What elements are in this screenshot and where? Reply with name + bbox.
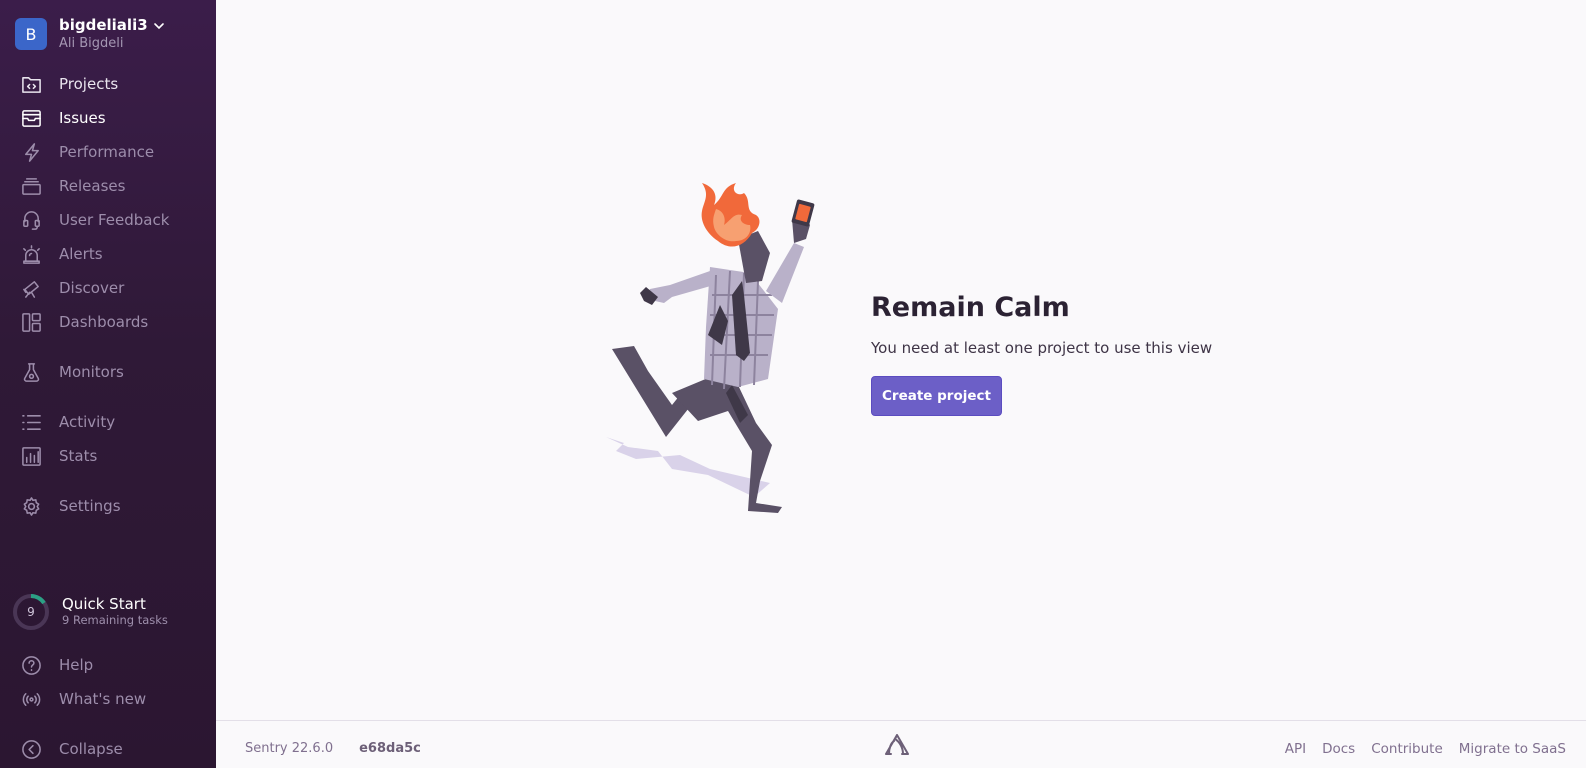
projects-icon xyxy=(20,73,42,95)
sidebar-item-label: User Feedback xyxy=(59,211,170,229)
sidebar-item-performance[interactable]: Performance xyxy=(0,135,216,169)
footer-commit[interactable]: e68da5c xyxy=(359,741,421,756)
footer-link-api[interactable]: API xyxy=(1285,741,1306,757)
footer: Sentry 22.6.0 e68da5c API Docs Contribut… xyxy=(216,720,1586,768)
org-avatar: B xyxy=(15,18,47,50)
sidebar-item-activity[interactable]: Activity xyxy=(0,405,216,439)
sidebar-item-label: Settings xyxy=(59,497,121,515)
sidebar-item-label: Monitors xyxy=(59,363,124,381)
sidebar-item-projects[interactable]: Projects xyxy=(0,67,216,101)
org-switcher[interactable]: B bigdeliali3 Ali Bigdeli xyxy=(15,18,165,50)
chevron-left-circle-icon xyxy=(20,738,42,760)
flask-icon xyxy=(20,361,42,383)
sidebar-item-label: Performance xyxy=(59,143,155,161)
siren-icon xyxy=(20,243,42,265)
sidebar-collapse-button[interactable]: Collapse xyxy=(0,732,216,766)
empty-state-description: You need at least one project to use thi… xyxy=(871,339,1213,357)
chevron-down-icon xyxy=(153,22,164,29)
help-icon xyxy=(20,654,42,676)
sidebar-item-stats[interactable]: Stats xyxy=(0,439,216,473)
sidebar-item-dashboards[interactable]: Dashboards xyxy=(0,305,216,339)
broadcast-icon xyxy=(20,688,42,710)
telescope-icon xyxy=(20,277,42,299)
empty-state: Remain Calm You need at least one projec… xyxy=(871,292,1212,416)
sidebar-item-label: Discover xyxy=(59,279,125,297)
footer-link-docs[interactable]: Docs xyxy=(1322,741,1355,757)
footer-link-contribute[interactable]: Contribute xyxy=(1371,741,1443,757)
sidebar-item-alerts[interactable]: Alerts xyxy=(0,237,216,271)
sidebar-item-label: Projects xyxy=(59,75,119,93)
sidebar-item-label: Collapse xyxy=(59,740,123,758)
sidebar-item-label: Releases xyxy=(59,177,126,195)
sidebar-item-label: What's new xyxy=(59,690,147,708)
sidebar-item-discover[interactable]: Discover xyxy=(0,271,216,305)
sidebar-item-issues[interactable]: Issues xyxy=(0,101,216,135)
headset-icon xyxy=(20,209,42,231)
footer-version: Sentry 22.6.0 xyxy=(245,741,334,756)
quick-start-count: 9 xyxy=(27,605,35,619)
dashboard-icon xyxy=(20,311,42,333)
quick-start-subtitle: 9 Remaining tasks xyxy=(62,613,168,628)
sidebar-item-label: Stats xyxy=(59,447,98,465)
main-content: Remain Calm You need at least one projec… xyxy=(216,0,1586,720)
stats-icon xyxy=(20,445,42,467)
running-person-illustration xyxy=(606,183,815,513)
sidebar-item-label: Alerts xyxy=(59,245,103,263)
sidebar-item-releases[interactable]: Releases xyxy=(0,169,216,203)
sidebar-item-label: Help xyxy=(59,656,94,674)
create-project-button[interactable]: Create project xyxy=(871,376,1002,416)
quick-start-progress-ring: 9 xyxy=(11,592,51,632)
sidebar-item-help[interactable]: Help xyxy=(0,648,216,682)
sidebar-item-user-feedback[interactable]: User Feedback xyxy=(0,203,216,237)
issues-icon xyxy=(20,107,42,129)
lightning-icon xyxy=(20,141,42,163)
sidebar-item-settings[interactable]: Settings xyxy=(0,489,216,523)
sidebar-item-label: Issues xyxy=(59,109,106,127)
sidebar-item-label: Activity xyxy=(59,413,116,431)
org-name: bigdeliali3 xyxy=(59,16,148,34)
footer-link-migrate[interactable]: Migrate to SaaS xyxy=(1459,741,1566,757)
sidebar-item-monitors[interactable]: Monitors xyxy=(0,355,216,389)
releases-icon xyxy=(20,175,42,197)
sidebar-item-whats-new[interactable]: What's new xyxy=(0,682,216,716)
empty-state-title: Remain Calm xyxy=(871,292,1070,323)
org-user-name: Ali Bigdeli xyxy=(59,36,124,51)
sidebar-item-label: Dashboards xyxy=(59,313,149,331)
sentry-logo-icon[interactable] xyxy=(884,733,910,761)
sidebar: B bigdeliali3 Ali Bigdeli Projects Issue… xyxy=(0,0,216,768)
gear-icon xyxy=(20,495,42,517)
quick-start-title: Quick Start xyxy=(62,595,146,614)
quick-start[interactable]: 9 Quick Start 9 Remaining tasks xyxy=(11,592,168,632)
list-icon xyxy=(20,411,42,433)
